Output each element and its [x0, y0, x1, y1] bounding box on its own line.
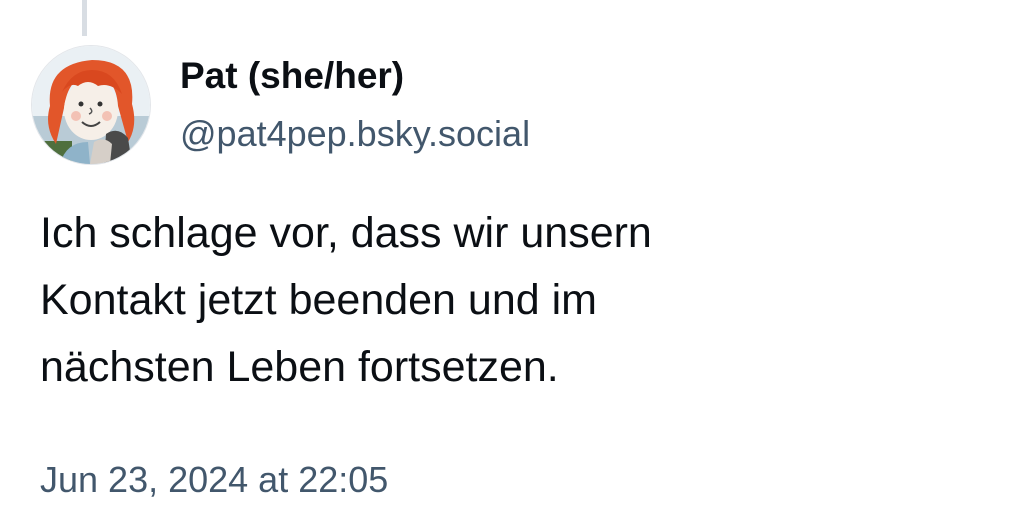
post-timestamp[interactable]: Jun 23, 2024 at 22:05	[40, 459, 388, 501]
thread-connector-line	[82, 0, 87, 36]
author-avatar[interactable]	[32, 46, 150, 164]
post-text-line: Kontakt jetzt beenden und im	[40, 276, 597, 324]
post-text-line: Ich schlage vor, dass wir unsern	[40, 209, 652, 257]
post-text: Ich schlage vor, dass wir unsern Kontakt…	[40, 200, 980, 401]
avatar-drawing-icon	[32, 46, 150, 164]
post-text-line: nächsten Leben fortsetzen.	[40, 343, 559, 391]
author-handle[interactable]: @pat4pep.bsky.social	[180, 113, 530, 155]
author-display-name[interactable]: Pat (she/her)	[180, 55, 404, 97]
